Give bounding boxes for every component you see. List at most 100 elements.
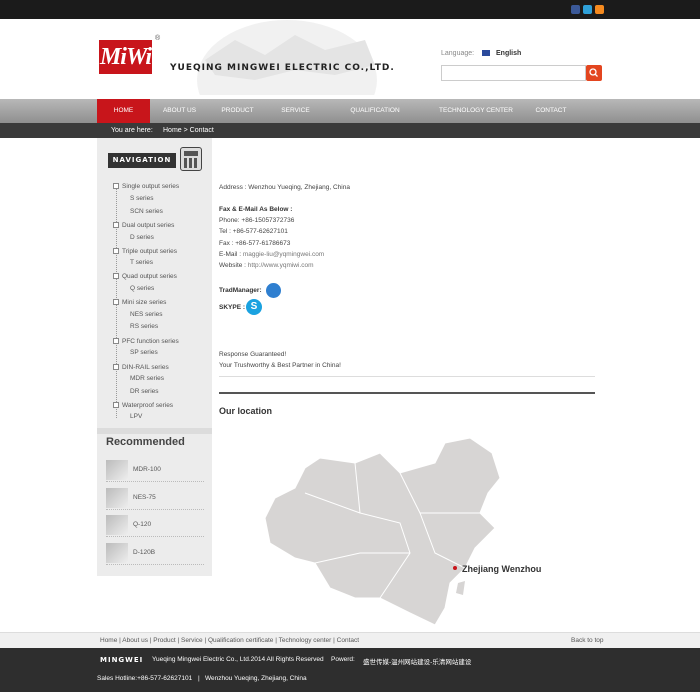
facebook-icon[interactable] <box>571 5 580 14</box>
search-input[interactable] <box>441 65 586 81</box>
footer: MINGWEI Yueqing Mingwei Electric Co., Lt… <box>0 648 700 692</box>
breadcrumb-path[interactable]: Home > Contact <box>163 123 214 138</box>
recommended-item[interactable]: NES-75 <box>106 488 204 510</box>
sidebar-item-s-series[interactable]: S series <box>130 195 153 202</box>
collapse-icon[interactable] <box>113 183 119 189</box>
recommended-label[interactable]: NES-75 <box>133 494 156 501</box>
sidebar-cat-dual-output[interactable]: Dual output series <box>122 222 174 229</box>
rss-icon[interactable] <box>595 5 604 14</box>
footer-link-qualification[interactable]: Qualification certificate <box>208 637 273 644</box>
search-icon <box>589 68 598 77</box>
sidebar-item-nes-series[interactable]: NES series <box>130 311 163 318</box>
sidebar-item-sp-series[interactable]: SP series <box>130 349 158 356</box>
tradmanager-icon[interactable] <box>266 283 281 298</box>
footer-link-contact[interactable]: Contact <box>337 637 359 644</box>
globe-watermark <box>197 20 377 95</box>
sidebar-cat-quad-output[interactable]: Quad output series <box>122 273 177 280</box>
footer-link-row: Home | About us | Product | Service | Qu… <box>100 637 360 644</box>
response-line-1: Response Guaranteed! <box>219 351 287 358</box>
phone-text: Phone: +86-15057372736 <box>219 217 295 224</box>
footer-brand: MINGWEI <box>100 656 144 664</box>
footer-link-service[interactable]: Service <box>181 637 203 644</box>
recommended-label[interactable]: Q-120 <box>133 521 151 528</box>
fax-text: Fax : +86-577-61786673 <box>219 240 291 247</box>
powered-link[interactable]: 盛世传媒-温州网站建设-乐清网站建设 <box>363 656 471 666</box>
footer-location: Wenzhou Yueqing, Zhejiang, China <box>205 675 307 682</box>
email-label: E-Mail : <box>219 251 242 258</box>
navigation-title: NAVIGATION <box>108 153 176 168</box>
collapse-icon[interactable] <box>113 248 119 254</box>
nav-service[interactable]: SERVICE <box>273 99 318 123</box>
email-link[interactable]: maggie-liu@yqmingwei.com <box>243 251 324 258</box>
sidebar-item-dr-series[interactable]: DR series <box>130 388 159 395</box>
collapse-icon[interactable] <box>113 338 119 344</box>
nav-about-us[interactable]: ABOUT US <box>157 99 202 123</box>
skype-icon[interactable]: S <box>246 299 262 315</box>
location-pin-icon <box>453 566 457 570</box>
sidebar-item-q-series[interactable]: Q series <box>130 285 154 292</box>
divider <box>219 376 595 377</box>
language-value: English <box>496 50 522 57</box>
website-link[interactable]: http://www.yqmiwi.com <box>248 262 314 269</box>
main-nav: HOME ABOUT US PRODUCT SERVICE QUALIFICAT… <box>0 99 700 138</box>
product-thumbnail[interactable] <box>106 543 128 563</box>
sidebar <box>97 138 212 576</box>
footer-link-technology[interactable]: Technology center <box>279 637 332 644</box>
sidebar-item-scn-series[interactable]: SCN series <box>130 208 163 215</box>
sidebar-cat-din-rail[interactable]: DIN-RAIL series <box>122 364 169 371</box>
product-thumbnail[interactable] <box>106 515 128 535</box>
collapse-icon[interactable] <box>113 402 119 408</box>
skype-label: SKYPE : <box>219 304 246 311</box>
collapse-icon[interactable] <box>113 364 119 370</box>
nav-technology-center[interactable]: TECHNOLOGY CENTER <box>438 99 514 123</box>
recommended-item[interactable]: D-120B <box>106 543 204 565</box>
collapse-icon[interactable] <box>113 222 119 228</box>
search-button[interactable] <box>586 65 602 81</box>
language-selector[interactable]: Language: English <box>441 50 521 57</box>
twitter-icon[interactable] <box>583 5 592 14</box>
city-label: Zhejiang Wenzhou <box>462 564 542 574</box>
footer-link-home[interactable]: Home <box>100 637 117 644</box>
recommended-item[interactable]: Q-120 <box>106 515 204 537</box>
sidebar-cat-single-output[interactable]: Single output series <box>122 183 179 190</box>
recommended-label[interactable]: D-120B <box>133 549 155 556</box>
location-title: Our location <box>219 406 273 416</box>
back-to-top-link[interactable]: Back to top <box>571 633 604 649</box>
collapse-icon[interactable] <box>113 273 119 279</box>
sales-hotline: Sales Hotline:+86-577-62627101 <box>97 675 193 682</box>
sidebar-cat-pfc-function[interactable]: PFC function series <box>122 338 179 345</box>
nav-home[interactable]: HOME <box>97 99 150 124</box>
website-row: Website : http://www.yqmiwi.com <box>219 262 314 269</box>
sidebar-item-rs-series[interactable]: RS series <box>130 323 158 330</box>
sidebar-item-d-series[interactable]: D series <box>130 234 154 241</box>
sidebar-item-lpv[interactable]: LPV <box>130 413 142 420</box>
tradmanager-label: TradManager: <box>219 287 262 294</box>
sidebar-item-mdr-series[interactable]: MDR series <box>130 375 164 382</box>
product-thumbnail[interactable] <box>106 488 128 508</box>
nav-product[interactable]: PRODUCT <box>215 99 260 123</box>
footer-separator: | <box>198 675 200 682</box>
nav-qualification-certificate[interactable]: QUALIFICATION CERTIFICATE <box>330 99 420 138</box>
sidebar-cat-mini-size[interactable]: Mini size series <box>122 299 166 306</box>
recommended-item[interactable]: MDR-100 <box>106 460 204 482</box>
nav-contact[interactable]: CONTACT <box>530 99 572 123</box>
fax-email-title: Fax & E-Mail As Below : <box>219 206 293 213</box>
product-thumbnail[interactable] <box>106 460 128 480</box>
company-name: YUEQING MINGWEI ELECTRIC CO.,LTD. <box>170 63 395 73</box>
footer-link-product[interactable]: Product <box>153 637 175 644</box>
footer-links: Home | About us | Product | Service | Qu… <box>0 632 700 648</box>
company-logo[interactable]: MiWi <box>99 40 152 74</box>
collapse-icon[interactable] <box>113 299 119 305</box>
language-label: Language: <box>441 50 475 57</box>
website-label: Website : <box>219 262 246 269</box>
response-line-2: Your Trushworthy & Best Partner in China… <box>219 362 341 369</box>
tel-text: Tel : +86-577-62627101 <box>219 228 288 235</box>
divider <box>219 392 595 394</box>
footer-link-about[interactable]: About us <box>122 637 148 644</box>
sidebar-cat-waterproof[interactable]: Waterproof series <box>122 402 173 409</box>
copyright-text: Yueqing Mingwei Electric Co., Ltd.2014 A… <box>152 656 324 663</box>
recommended-label[interactable]: MDR-100 <box>133 466 161 473</box>
sidebar-item-t-series[interactable]: T series <box>130 259 153 266</box>
sidebar-cat-triple-output[interactable]: Triple output series <box>122 248 177 255</box>
address-text: Address : Wenzhou Yueqing, Zhejiang, Chi… <box>219 184 350 191</box>
